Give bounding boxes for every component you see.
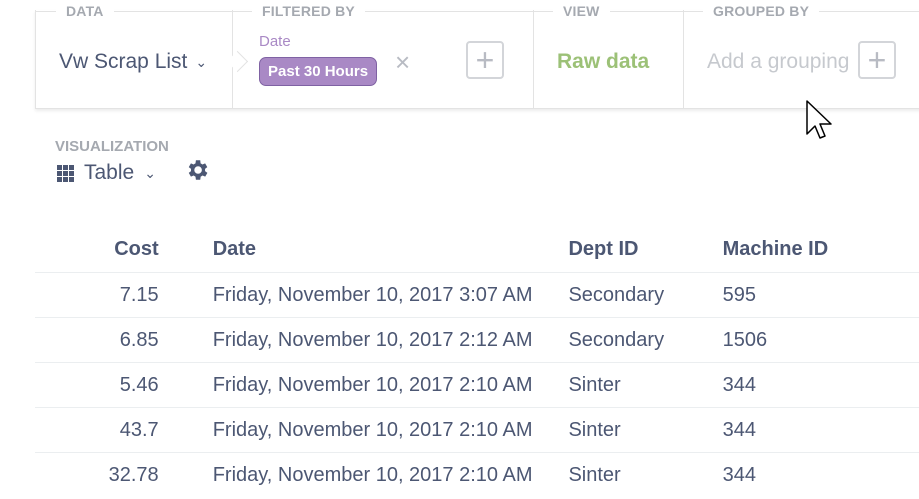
plus-icon: + xyxy=(475,42,495,78)
table-row: 6.85 Friday, November 10, 2017 2:12 AM S… xyxy=(35,317,919,363)
filter-section-label: FILTERED BY xyxy=(252,3,365,19)
table-row: 7.15 Friday, November 10, 2017 3:07 AM S… xyxy=(35,272,919,318)
table-row: 5.46 Friday, November 10, 2017 2:10 AM S… xyxy=(35,362,919,408)
data-section-label: DATA xyxy=(56,3,114,19)
view-section-label: VIEW xyxy=(553,3,610,19)
data-section: DATA Vw Scrap List ⌄ xyxy=(36,3,233,108)
filter-section: FILTERED BY Date Past 30 Hours × + xyxy=(232,3,534,108)
table-header-row: Cost Date Dept ID Machine ID xyxy=(35,226,919,273)
cell-machine-id: 344 xyxy=(722,362,919,408)
column-header-cost[interactable]: Cost xyxy=(35,226,187,273)
cell-date: Friday, November 10, 2017 2:10 AM xyxy=(186,362,569,408)
close-icon[interactable]: × xyxy=(395,47,410,78)
group-section: GROUPED BY Add a grouping + xyxy=(683,3,919,108)
cell-cost: 7.15 xyxy=(35,272,187,318)
table-row: 32.78 Friday, November 10, 2017 2:10 AM … xyxy=(35,452,919,497)
view-section: VIEW Raw data xyxy=(533,3,684,108)
plus-icon: + xyxy=(867,42,887,78)
gear-icon[interactable] xyxy=(184,157,210,188)
table-row: 43.7 Friday, November 10, 2017 2:10 AM S… xyxy=(35,407,919,453)
mouse-cursor-icon xyxy=(806,100,832,139)
data-source-value: Vw Scrap List xyxy=(59,50,188,73)
cell-cost: 6.85 xyxy=(35,317,187,363)
cell-cost: 43.7 xyxy=(35,407,187,453)
cell-dept-id: Secondary xyxy=(568,317,723,363)
filter-field-label: Date xyxy=(259,33,291,50)
add-filter-button[interactable]: + xyxy=(466,41,504,79)
group-section-label: GROUPED BY xyxy=(703,3,820,19)
cell-date: Friday, November 10, 2017 2:10 AM xyxy=(186,407,569,453)
cell-machine-id: 595 xyxy=(722,272,919,318)
cell-cost: 32.78 xyxy=(35,452,187,497)
chevron-down-icon: ⌄ xyxy=(144,164,156,181)
view-select[interactable]: Raw data xyxy=(557,50,649,74)
cell-machine-id: 1506 xyxy=(722,317,919,363)
visualization-label: VISUALIZATION xyxy=(55,138,169,155)
visualization-type: Table xyxy=(84,161,135,184)
cell-dept-id: Sinter xyxy=(568,452,723,497)
cell-date: Friday, November 10, 2017 2:10 AM xyxy=(186,452,569,497)
grid-icon xyxy=(57,164,74,182)
column-header-dept-id[interactable]: Dept ID xyxy=(568,226,722,273)
column-header-date[interactable]: Date xyxy=(187,226,569,273)
filter-pill[interactable]: Past 30 Hours xyxy=(259,57,378,86)
cell-date: Friday, November 10, 2017 3:07 AM xyxy=(186,272,569,318)
chevron-down-icon: ⌄ xyxy=(195,53,208,70)
add-grouping-button[interactable]: + xyxy=(858,41,896,79)
cell-dept-id: Secondary xyxy=(568,272,723,318)
query-builder: DATA Vw Scrap List ⌄ FILTERED BY Date Pa… xyxy=(35,3,919,109)
cell-machine-id: 344 xyxy=(722,407,919,453)
add-grouping-link[interactable]: Add a grouping xyxy=(707,50,849,74)
cell-cost: 5.46 xyxy=(35,362,187,408)
cell-date: Friday, November 10, 2017 2:12 AM xyxy=(186,317,569,363)
data-source-select[interactable]: Vw Scrap List ⌄ xyxy=(59,50,207,74)
results-table: Cost Date Dept ID Machine ID 7.15 Friday… xyxy=(35,226,919,497)
cell-dept-id: Sinter xyxy=(568,407,723,453)
visualization-select[interactable]: Table ⌄ xyxy=(57,161,156,185)
cell-machine-id: 344 xyxy=(722,452,919,497)
cell-dept-id: Sinter xyxy=(568,362,723,408)
column-header-machine-id[interactable]: Machine ID xyxy=(723,226,919,273)
